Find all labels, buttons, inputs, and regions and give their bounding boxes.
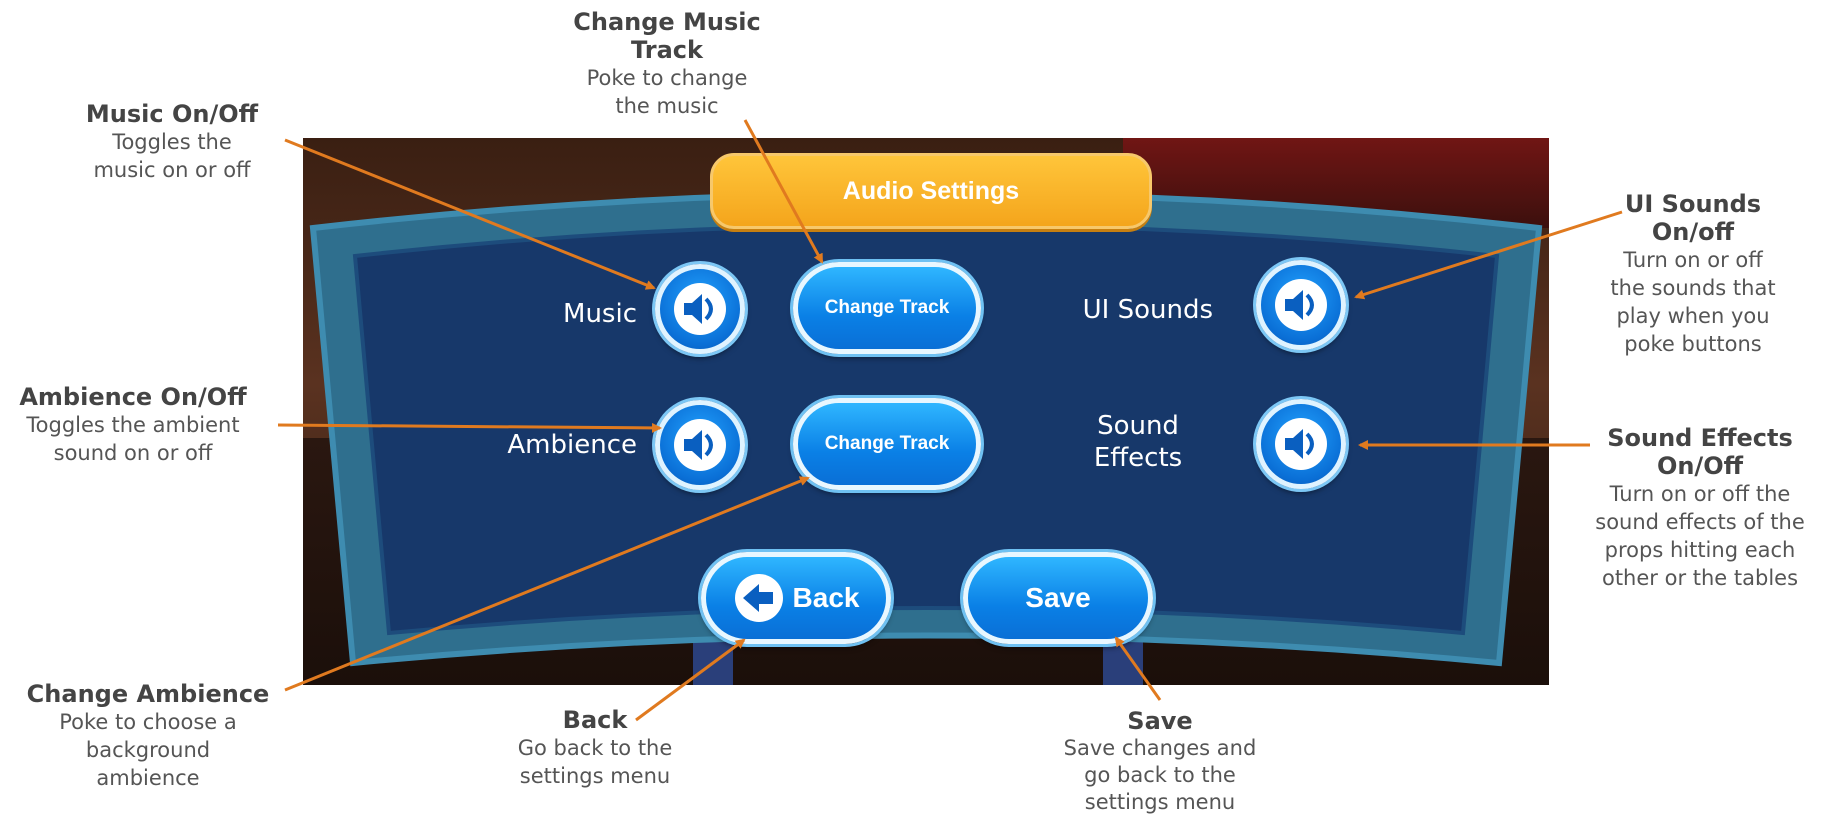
- speaker-icon: [1275, 418, 1327, 470]
- annotation-description: go back to the: [1084, 763, 1236, 787]
- music-label: Music: [563, 299, 637, 329]
- annotation-description: settings menu: [1084, 790, 1236, 814]
- annotation-title: On/off: [1651, 218, 1735, 246]
- panel-title: Audio Settings: [710, 153, 1152, 229]
- annotation-description: the music: [615, 94, 719, 118]
- speaker-icon: [1275, 279, 1327, 331]
- annotation-title: UI Sounds: [1624, 190, 1762, 218]
- annotation-description: Go back to the: [517, 736, 673, 760]
- back-button-label: Back: [792, 582, 860, 613]
- annotation-description: settings menu: [519, 764, 671, 788]
- annotation-ambience-onoff: Ambience On/Off Toggles the ambient soun…: [0, 383, 266, 467]
- back-button[interactable]: Back: [701, 552, 891, 644]
- annotation-title: Ambience On/Off: [19, 383, 247, 411]
- annotation-description: Toggles the ambient: [26, 413, 240, 437]
- annotation-sound-effects-onoff: Sound Effects On/Off Turn on or off the …: [1578, 424, 1822, 592]
- annotation-description: Save changes and: [1063, 736, 1257, 760]
- sound-effects-toggle-button[interactable]: [1256, 399, 1346, 489]
- sound-effects-label-line1: Sound: [1097, 411, 1179, 441]
- annotation-description: Turn on or off the: [1609, 482, 1791, 506]
- change-ambience-track-button[interactable]: Change Track: [793, 398, 981, 490]
- sound-effects-label: Sound Effects: [1063, 410, 1213, 474]
- annotation-music-onoff: Music On/Off Toggles the music on or off: [60, 100, 284, 184]
- sound-effects-label-line2: Effects: [1093, 443, 1183, 473]
- back-arrow-icon: [734, 574, 783, 622]
- speaker-icon: [674, 419, 726, 471]
- ui-sounds-label: UI Sounds: [1082, 295, 1213, 325]
- save-button[interactable]: Save: [963, 552, 1153, 644]
- annotation-description: props hitting each: [1604, 538, 1796, 562]
- annotation-description: background: [85, 738, 211, 762]
- annotation-title: Save: [1127, 707, 1193, 735]
- annotation-title: Music On/Off: [85, 100, 259, 128]
- annotation-title: Track: [631, 36, 703, 64]
- annotation-description: sound on or off: [53, 441, 213, 465]
- annotation-change-ambience: Change Ambience Poke to choose a backgro…: [10, 680, 286, 792]
- change-music-track-button[interactable]: Change Track: [793, 262, 981, 354]
- annotation-description: Turn on or off: [1623, 248, 1763, 272]
- annotation-title: Back: [562, 706, 628, 734]
- annotation-back: Back Go back to the settings menu: [490, 706, 700, 790]
- annotation-ui-sounds-onoff: UI Sounds On/off Turn on or off the soun…: [1578, 190, 1808, 358]
- annotation-description: Poke to choose a: [59, 710, 237, 734]
- annotation-description: other or the tables: [1601, 566, 1799, 590]
- annotation-description: play when you: [1616, 304, 1770, 328]
- annotation-description: Poke to change: [586, 66, 748, 90]
- speaker-icon: [674, 283, 726, 335]
- annotation-title: Change Music: [573, 8, 761, 36]
- annotation-description: music on or off: [93, 158, 251, 182]
- ambience-label: Ambience: [507, 430, 637, 460]
- annotation-description: the sounds that: [1610, 276, 1776, 300]
- annotation-description: ambience: [96, 766, 200, 790]
- annotation-title: On/Off: [1656, 452, 1744, 480]
- game-screenshot: Audio Settings Music Ambience Change Tra…: [303, 138, 1549, 685]
- annotation-description: sound effects of the: [1595, 510, 1805, 534]
- annotation-change-music-track: Change Music Track Poke to change the mu…: [556, 8, 778, 120]
- annotation-description: poke buttons: [1624, 332, 1762, 356]
- annotation-title: Sound Effects: [1607, 424, 1793, 452]
- annotation-description: Toggles the: [112, 130, 232, 154]
- ambience-toggle-button[interactable]: [655, 400, 745, 490]
- music-toggle-button[interactable]: [655, 264, 745, 354]
- annotation-title: Change Ambience: [26, 680, 270, 708]
- annotation-save: Save Save changes and go back to the set…: [1040, 708, 1280, 816]
- ui-sounds-toggle-button[interactable]: [1256, 260, 1346, 350]
